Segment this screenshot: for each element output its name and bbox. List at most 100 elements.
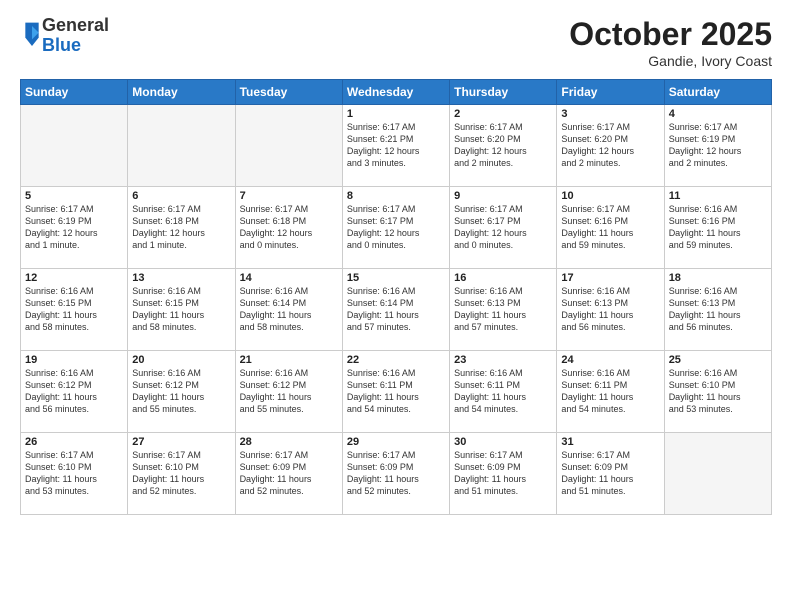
calendar-cell: 1Sunrise: 6:17 AM Sunset: 6:21 PM Daylig… xyxy=(342,105,449,187)
day-number: 12 xyxy=(25,272,123,284)
calendar-week-row: 12Sunrise: 6:16 AM Sunset: 6:15 PM Dayli… xyxy=(21,269,772,351)
day-info: Sunrise: 6:17 AM Sunset: 6:18 PM Dayligh… xyxy=(240,203,338,252)
header: General Blue October 2025 Gandie, Ivory … xyxy=(20,16,772,69)
day-number: 17 xyxy=(561,272,659,284)
day-number: 6 xyxy=(132,190,230,202)
calendar-cell: 28Sunrise: 6:17 AM Sunset: 6:09 PM Dayli… xyxy=(235,433,342,515)
calendar-day-header: Tuesday xyxy=(235,80,342,105)
day-number: 28 xyxy=(240,436,338,448)
calendar-cell: 21Sunrise: 6:16 AM Sunset: 6:12 PM Dayli… xyxy=(235,351,342,433)
calendar-cell xyxy=(128,105,235,187)
day-info: Sunrise: 6:16 AM Sunset: 6:15 PM Dayligh… xyxy=(25,285,123,334)
day-number: 7 xyxy=(240,190,338,202)
day-number: 13 xyxy=(132,272,230,284)
calendar-cell: 3Sunrise: 6:17 AM Sunset: 6:20 PM Daylig… xyxy=(557,105,664,187)
day-number: 15 xyxy=(347,272,445,284)
day-info: Sunrise: 6:17 AM Sunset: 6:18 PM Dayligh… xyxy=(132,203,230,252)
calendar-cell: 14Sunrise: 6:16 AM Sunset: 6:14 PM Dayli… xyxy=(235,269,342,351)
calendar-cell: 4Sunrise: 6:17 AM Sunset: 6:19 PM Daylig… xyxy=(664,105,771,187)
calendar-day-header: Sunday xyxy=(21,80,128,105)
calendar-cell: 23Sunrise: 6:16 AM Sunset: 6:11 PM Dayli… xyxy=(450,351,557,433)
calendar-cell: 17Sunrise: 6:16 AM Sunset: 6:13 PM Dayli… xyxy=(557,269,664,351)
calendar-cell: 29Sunrise: 6:17 AM Sunset: 6:09 PM Dayli… xyxy=(342,433,449,515)
calendar-cell: 5Sunrise: 6:17 AM Sunset: 6:19 PM Daylig… xyxy=(21,187,128,269)
day-info: Sunrise: 6:17 AM Sunset: 6:09 PM Dayligh… xyxy=(347,449,445,498)
day-number: 10 xyxy=(561,190,659,202)
day-number: 23 xyxy=(454,354,552,366)
calendar-cell: 9Sunrise: 6:17 AM Sunset: 6:17 PM Daylig… xyxy=(450,187,557,269)
day-info: Sunrise: 6:16 AM Sunset: 6:10 PM Dayligh… xyxy=(669,367,767,416)
day-info: Sunrise: 6:16 AM Sunset: 6:14 PM Dayligh… xyxy=(347,285,445,334)
calendar-week-row: 19Sunrise: 6:16 AM Sunset: 6:12 PM Dayli… xyxy=(21,351,772,433)
day-info: Sunrise: 6:16 AM Sunset: 6:11 PM Dayligh… xyxy=(347,367,445,416)
day-number: 27 xyxy=(132,436,230,448)
day-number: 26 xyxy=(25,436,123,448)
day-number: 1 xyxy=(347,108,445,120)
page-title: October 2025 xyxy=(569,16,772,53)
calendar-week-row: 5Sunrise: 6:17 AM Sunset: 6:19 PM Daylig… xyxy=(21,187,772,269)
day-info: Sunrise: 6:16 AM Sunset: 6:12 PM Dayligh… xyxy=(132,367,230,416)
logo: General Blue xyxy=(20,16,109,56)
calendar-cell xyxy=(235,105,342,187)
day-number: 18 xyxy=(669,272,767,284)
day-number: 8 xyxy=(347,190,445,202)
logo-blue: Blue xyxy=(42,36,109,56)
calendar-cell: 11Sunrise: 6:16 AM Sunset: 6:16 PM Dayli… xyxy=(664,187,771,269)
calendar-day-header: Saturday xyxy=(664,80,771,105)
day-info: Sunrise: 6:16 AM Sunset: 6:11 PM Dayligh… xyxy=(454,367,552,416)
calendar-cell: 27Sunrise: 6:17 AM Sunset: 6:10 PM Dayli… xyxy=(128,433,235,515)
calendar-cell: 25Sunrise: 6:16 AM Sunset: 6:10 PM Dayli… xyxy=(664,351,771,433)
logo-text: General Blue xyxy=(42,16,109,56)
calendar-cell xyxy=(664,433,771,515)
day-number: 31 xyxy=(561,436,659,448)
day-info: Sunrise: 6:16 AM Sunset: 6:13 PM Dayligh… xyxy=(669,285,767,334)
calendar-cell xyxy=(21,105,128,187)
calendar-cell: 18Sunrise: 6:16 AM Sunset: 6:13 PM Dayli… xyxy=(664,269,771,351)
day-info: Sunrise: 6:17 AM Sunset: 6:10 PM Dayligh… xyxy=(132,449,230,498)
day-number: 22 xyxy=(347,354,445,366)
calendar-cell: 30Sunrise: 6:17 AM Sunset: 6:09 PM Dayli… xyxy=(450,433,557,515)
calendar-cell: 24Sunrise: 6:16 AM Sunset: 6:11 PM Dayli… xyxy=(557,351,664,433)
page-subtitle: Gandie, Ivory Coast xyxy=(569,53,772,69)
logo-icon xyxy=(22,21,42,51)
calendar-cell: 22Sunrise: 6:16 AM Sunset: 6:11 PM Dayli… xyxy=(342,351,449,433)
calendar-cell: 8Sunrise: 6:17 AM Sunset: 6:17 PM Daylig… xyxy=(342,187,449,269)
day-number: 5 xyxy=(25,190,123,202)
calendar-cell: 16Sunrise: 6:16 AM Sunset: 6:13 PM Dayli… xyxy=(450,269,557,351)
calendar: SundayMondayTuesdayWednesdayThursdayFrid… xyxy=(20,79,772,515)
day-number: 9 xyxy=(454,190,552,202)
day-number: 21 xyxy=(240,354,338,366)
calendar-day-header: Wednesday xyxy=(342,80,449,105)
day-info: Sunrise: 6:16 AM Sunset: 6:16 PM Dayligh… xyxy=(669,203,767,252)
calendar-cell: 31Sunrise: 6:17 AM Sunset: 6:09 PM Dayli… xyxy=(557,433,664,515)
day-info: Sunrise: 6:17 AM Sunset: 6:20 PM Dayligh… xyxy=(561,121,659,170)
day-info: Sunrise: 6:16 AM Sunset: 6:14 PM Dayligh… xyxy=(240,285,338,334)
day-number: 16 xyxy=(454,272,552,284)
day-number: 19 xyxy=(25,354,123,366)
day-number: 29 xyxy=(347,436,445,448)
calendar-week-row: 26Sunrise: 6:17 AM Sunset: 6:10 PM Dayli… xyxy=(21,433,772,515)
day-number: 11 xyxy=(669,190,767,202)
calendar-cell: 12Sunrise: 6:16 AM Sunset: 6:15 PM Dayli… xyxy=(21,269,128,351)
calendar-cell: 10Sunrise: 6:17 AM Sunset: 6:16 PM Dayli… xyxy=(557,187,664,269)
day-number: 30 xyxy=(454,436,552,448)
day-info: Sunrise: 6:17 AM Sunset: 6:09 PM Dayligh… xyxy=(454,449,552,498)
calendar-cell: 20Sunrise: 6:16 AM Sunset: 6:12 PM Dayli… xyxy=(128,351,235,433)
day-number: 2 xyxy=(454,108,552,120)
calendar-cell: 26Sunrise: 6:17 AM Sunset: 6:10 PM Dayli… xyxy=(21,433,128,515)
day-info: Sunrise: 6:17 AM Sunset: 6:16 PM Dayligh… xyxy=(561,203,659,252)
day-number: 3 xyxy=(561,108,659,120)
logo-general: General xyxy=(42,16,109,36)
page: General Blue October 2025 Gandie, Ivory … xyxy=(0,0,792,612)
calendar-cell: 6Sunrise: 6:17 AM Sunset: 6:18 PM Daylig… xyxy=(128,187,235,269)
day-number: 24 xyxy=(561,354,659,366)
calendar-header-row: SundayMondayTuesdayWednesdayThursdayFrid… xyxy=(21,80,772,105)
calendar-cell: 19Sunrise: 6:16 AM Sunset: 6:12 PM Dayli… xyxy=(21,351,128,433)
day-info: Sunrise: 6:17 AM Sunset: 6:19 PM Dayligh… xyxy=(669,121,767,170)
calendar-day-header: Friday xyxy=(557,80,664,105)
day-number: 4 xyxy=(669,108,767,120)
title-block: October 2025 Gandie, Ivory Coast xyxy=(569,16,772,69)
day-info: Sunrise: 6:16 AM Sunset: 6:12 PM Dayligh… xyxy=(25,367,123,416)
day-info: Sunrise: 6:17 AM Sunset: 6:10 PM Dayligh… xyxy=(25,449,123,498)
day-info: Sunrise: 6:17 AM Sunset: 6:20 PM Dayligh… xyxy=(454,121,552,170)
